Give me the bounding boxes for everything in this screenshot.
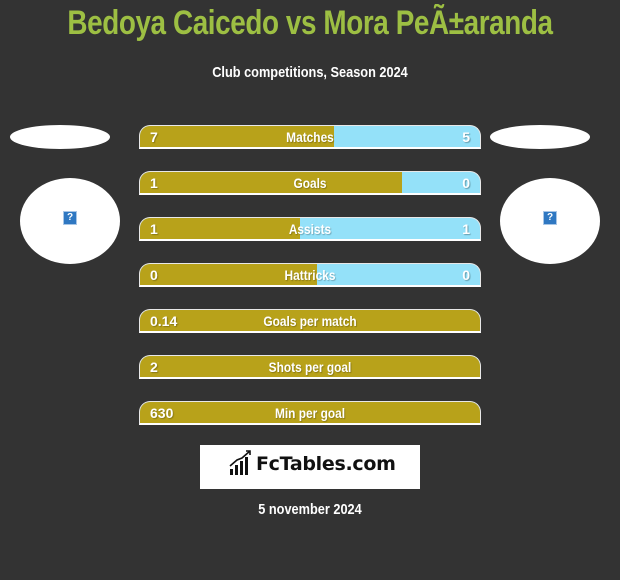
stat-label: Assists <box>288 221 332 237</box>
left-value: 7 <box>150 129 158 145</box>
logo-text: FcTables.com <box>256 453 396 475</box>
stat-label: Goals <box>293 175 327 191</box>
right-value: 0 <box>462 175 470 191</box>
page-title: Bedoya Caicedo vs Mora PeÃ±aranda <box>67 4 553 42</box>
right-value: 0 <box>462 267 470 283</box>
stat-label: Matches <box>286 129 334 145</box>
stat-row: 2 Shots per goal <box>139 355 481 379</box>
stat-row: 1 Goals 0 <box>139 171 481 195</box>
left-value: 2 <box>150 359 158 375</box>
stat-label: Shots per goal <box>268 359 352 375</box>
competition-subtitle: Club competitions, Season 2024 <box>212 64 408 81</box>
missing-image-icon: ? <box>63 211 77 225</box>
stat-label: Hattricks <box>284 267 336 283</box>
stat-row: 630 Min per goal <box>139 401 481 425</box>
right-value: 5 <box>462 129 470 145</box>
stat-label: Goals per match <box>263 313 357 329</box>
stat-label: Min per goal <box>274 405 346 421</box>
date-label: 5 november 2024 <box>258 501 362 518</box>
stat-row: 0 Hattricks 0 <box>139 263 481 287</box>
stat-row: 7 Matches 5 <box>139 125 481 149</box>
left-value: 1 <box>150 175 158 191</box>
missing-image-icon: ? <box>543 211 557 225</box>
bar-chart-trend-icon <box>229 450 251 475</box>
left-player-avatar[interactable]: ? <box>20 178 120 264</box>
left-value: 1 <box>150 221 158 237</box>
left-value: 0 <box>150 267 158 283</box>
right-player-avatar[interactable]: ? <box>500 178 600 264</box>
right-player-name-oval <box>490 125 590 149</box>
stat-row: 0.14 Goals per match <box>139 309 481 333</box>
stat-row: 1 Assists 1 <box>139 217 481 241</box>
right-value: 1 <box>462 221 470 237</box>
fctables-logo[interactable]: FcTables.com <box>200 445 420 489</box>
left-player-name-oval <box>10 125 110 149</box>
